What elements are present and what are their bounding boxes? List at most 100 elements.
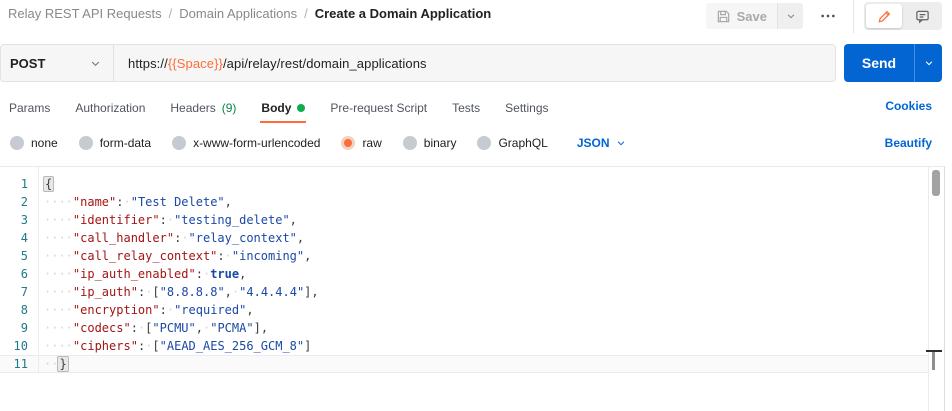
editor-line[interactable]: 2····"name":·"Test Delete", bbox=[0, 193, 928, 211]
line-number: 1 bbox=[0, 175, 39, 193]
token-punc: : bbox=[196, 267, 203, 281]
line-content[interactable]: ····"name":·"Test Delete", bbox=[39, 193, 232, 211]
request-tabs-row: Params Authorization Headers(9) Body Pre-req… bbox=[0, 94, 952, 123]
token-str: "4.4.4.4" bbox=[239, 285, 304, 299]
tab-label: Authorization bbox=[75, 101, 145, 115]
line-number: 8 bbox=[0, 301, 39, 319]
line-content[interactable]: ····"call_handler":·"relay_context", bbox=[39, 229, 304, 247]
tab-body[interactable]: Body bbox=[260, 94, 306, 123]
token-str: "PCMU" bbox=[152, 321, 195, 335]
token-str: "testing_delete" bbox=[174, 213, 290, 227]
line-content[interactable]: ····"codecs":·["PCMU",·"PCMA"], bbox=[39, 319, 268, 337]
token-bool: true bbox=[210, 267, 239, 281]
token-punc: , bbox=[225, 285, 232, 299]
tab-headers[interactable]: Headers(9) bbox=[169, 94, 237, 123]
token-key: "identifier" bbox=[73, 213, 160, 227]
body-mode-graphql[interactable]: GraphQL bbox=[477, 136, 547, 150]
line-content[interactable]: ····"ciphers":·["AEAD_AES_256_GCM_8"] bbox=[39, 337, 311, 355]
save-button-label: Save bbox=[737, 9, 767, 24]
line-number: 3 bbox=[0, 211, 39, 229]
token-key: "ip_auth" bbox=[73, 285, 138, 299]
line-content[interactable]: { bbox=[39, 175, 53, 193]
breadcrumb-request-name[interactable]: Create a Domain Application bbox=[315, 6, 492, 21]
radio-icon bbox=[172, 136, 186, 150]
send-button-group: Send bbox=[844, 44, 942, 82]
line-content[interactable]: ····"identifier":·"testing_delete", bbox=[39, 211, 297, 229]
editor-line[interactable]: 1{ bbox=[0, 175, 928, 193]
line-content[interactable]: ····"ip_auth":·["8.8.8.8",·"4.4.4.4"], bbox=[39, 283, 319, 301]
token-ws: ···· bbox=[44, 249, 73, 263]
editor-line[interactable]: 7····"ip_auth":·["8.8.8.8",·"4.4.4.4"], bbox=[0, 283, 928, 301]
token-str: "AEAD_AES_256_GCM_8" bbox=[160, 339, 305, 353]
body-code-editor[interactable]: 1{2····"name":·"Test Delete",3····"ident… bbox=[0, 166, 944, 372]
language-select[interactable]: JSON bbox=[577, 136, 626, 150]
chevron-down-icon bbox=[924, 58, 934, 68]
token-str: "required" bbox=[174, 303, 246, 317]
body-mode-form-data[interactable]: form-data bbox=[79, 136, 151, 150]
method-url-field: POST https://{{Space}}/api/relay/rest/do… bbox=[0, 44, 836, 82]
url-path: /api/relay/rest/domain_applications bbox=[223, 56, 427, 71]
token-punc: , bbox=[297, 231, 304, 245]
editor-line[interactable]: 6····"ip_auth_enabled":·true, bbox=[0, 265, 928, 283]
body-mode-none[interactable]: none bbox=[10, 136, 58, 150]
editor-right-border bbox=[944, 166, 945, 411]
body-mode-raw[interactable]: raw bbox=[341, 136, 381, 150]
line-content[interactable]: ····"ip_auth_enabled":·true, bbox=[39, 265, 246, 283]
tab-pre-request-script[interactable]: Pre-request Script bbox=[329, 94, 428, 123]
token-punc: : bbox=[131, 321, 138, 335]
editor-line[interactable]: 11··} bbox=[0, 355, 928, 373]
comments-button[interactable] bbox=[904, 4, 940, 28]
breadcrumb-folder[interactable]: Domain Applications bbox=[179, 6, 297, 21]
save-button[interactable]: Save bbox=[706, 3, 777, 29]
editor-line[interactable]: 3····"identifier":·"testing_delete", bbox=[0, 211, 928, 229]
editor-line[interactable]: 9····"codecs":·["PCMU",·"PCMA"], bbox=[0, 319, 928, 337]
token-punc: ], bbox=[304, 285, 318, 299]
token-key: "encryption" bbox=[73, 303, 160, 317]
body-mode-binary[interactable]: binary bbox=[403, 136, 457, 150]
editor-line[interactable]: 5····"call_relay_context":·"incoming", bbox=[0, 247, 928, 265]
edit-mode-button[interactable] bbox=[866, 4, 902, 28]
tab-settings[interactable]: Settings bbox=[504, 94, 549, 123]
editor-line[interactable]: 4····"call_handler":·"relay_context", bbox=[0, 229, 928, 247]
line-content[interactable]: ····"call_relay_context":·"incoming", bbox=[39, 247, 311, 265]
beautify-link[interactable]: Beautify bbox=[885, 136, 932, 150]
breadcrumb-collection[interactable]: Relay REST API Requests bbox=[8, 6, 162, 21]
breadcrumb-separator: / bbox=[304, 6, 308, 21]
scrollbar-track[interactable] bbox=[928, 166, 929, 411]
text-cursor-icon bbox=[926, 350, 942, 372]
editor-line[interactable]: 8····"encryption":·"required", bbox=[0, 301, 928, 319]
token-punc: : bbox=[217, 249, 224, 263]
body-mode-x-www-form-urlencoded[interactable]: x-www-form-urlencoded bbox=[172, 136, 320, 150]
tab-params[interactable]: Params bbox=[8, 94, 51, 123]
token-str: "relay_context" bbox=[189, 231, 297, 245]
editor-line[interactable]: 10····"ciphers":·["AEAD_AES_256_GCM_8"] bbox=[0, 337, 928, 355]
pencil-icon bbox=[877, 9, 892, 24]
body-mode-label: binary bbox=[424, 136, 457, 150]
tab-tests[interactable]: Tests bbox=[451, 94, 481, 123]
token-ws: ···· bbox=[44, 321, 73, 335]
scrollbar-thumb[interactable] bbox=[932, 170, 940, 196]
line-content[interactable]: ····"encryption":·"required", bbox=[39, 301, 254, 319]
token-punc: : bbox=[116, 195, 123, 209]
tab-authorization[interactable]: Authorization bbox=[74, 94, 146, 123]
tab-label: Settings bbox=[505, 101, 548, 115]
line-content[interactable]: ··} bbox=[39, 355, 68, 373]
send-options-button[interactable] bbox=[914, 44, 942, 82]
radio-icon bbox=[10, 136, 24, 150]
tab-label: Tests bbox=[452, 101, 480, 115]
cookies-link[interactable]: Cookies bbox=[885, 99, 932, 113]
line-number: 10 bbox=[0, 337, 39, 355]
line-number: 4 bbox=[0, 229, 39, 247]
token-punc: : bbox=[160, 303, 167, 317]
tab-label: Params bbox=[9, 101, 50, 115]
more-options-button[interactable] bbox=[813, 3, 843, 29]
send-button[interactable]: Send bbox=[844, 44, 914, 82]
save-options-button[interactable] bbox=[777, 3, 803, 29]
send-button-label: Send bbox=[862, 55, 896, 71]
method-select[interactable]: POST bbox=[1, 45, 114, 81]
token-punc: ] bbox=[304, 339, 311, 353]
token-str: "Test Delete" bbox=[131, 195, 225, 209]
url-input[interactable]: https://{{Space}}/api/relay/rest/domain_… bbox=[114, 56, 835, 71]
token-key: "call_handler" bbox=[73, 231, 174, 245]
token-ws: · bbox=[181, 231, 188, 245]
